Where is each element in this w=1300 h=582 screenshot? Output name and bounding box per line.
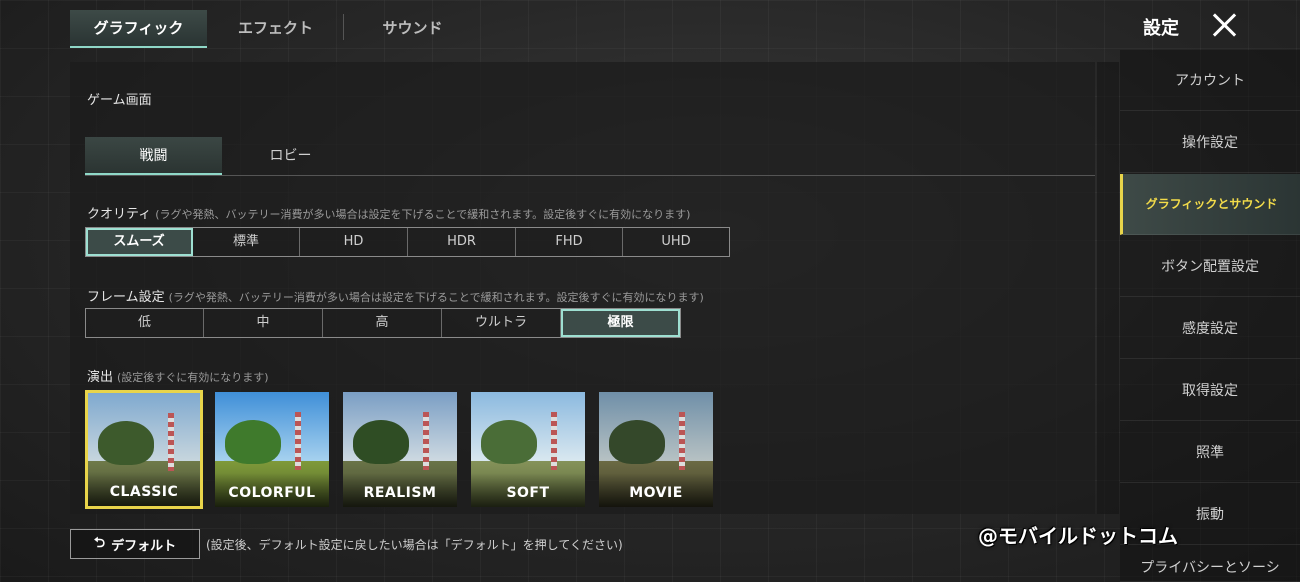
section-title: ゲーム画面 (87, 93, 152, 108)
frame-option-ultra[interactable]: ウルトラ (442, 309, 561, 337)
close-icon[interactable] (1210, 10, 1240, 40)
sidebar-item-pickup[interactable]: 取得設定 (1120, 360, 1300, 421)
divider (85, 175, 1095, 176)
sub-tab-lobby[interactable]: ロビー (222, 137, 359, 175)
sub-tab-bar: 戦闘 ロビー (85, 137, 359, 175)
style-label-row: 演出 (設定後すぐに有効になります) (87, 366, 269, 385)
default-hint: (設定後、デフォルト設定に戻したい場合は「デフォルト」を押してください) (206, 538, 623, 552)
sidebar-item-button-layout[interactable]: ボタン配置設定 (1120, 236, 1300, 297)
frame-label: フレーム設定 (87, 290, 165, 305)
style-label-colorful: COLORFUL (228, 485, 316, 501)
sidebar-item-graphics-sound[interactable]: グラフィックとサウンド (1120, 174, 1300, 235)
page-title: 設定 (1143, 18, 1179, 39)
watermark: @モバイルドットコム (978, 524, 1178, 548)
tab-sound[interactable]: サウンド (344, 10, 481, 48)
style-label-realism: REALISM (363, 485, 437, 501)
default-button[interactable]: ⮌ デフォルト (70, 529, 200, 559)
sidebar-item-crosshair[interactable]: 照準 (1120, 422, 1300, 483)
frame-hint: (ラグや発熱、バッテリー消費が多い場合は設定を下げることで緩和されます。設定後す… (168, 291, 704, 304)
quality-option-standard[interactable]: 標準 (193, 228, 300, 256)
sidebar-item-account[interactable]: アカウント (1120, 50, 1300, 111)
quality-option-hd[interactable]: HD (300, 228, 408, 256)
style-label-classic: CLASSIC (109, 484, 179, 500)
tab-effects[interactable]: エフェクト (207, 10, 344, 48)
top-tab-bar: グラフィック エフェクト サウンド (70, 10, 481, 48)
scrollbar[interactable] (1097, 62, 1119, 514)
style-option-classic[interactable]: CLASSIC (85, 390, 203, 509)
style-label: 演出 (87, 370, 114, 385)
graphics-settings-panel: ゲーム画面 戦闘 ロビー クオリティ (ラグや発熱、バッテリー消費が多い場合は設定… (70, 62, 1095, 514)
style-hint: (設定後すぐに有効になります) (117, 371, 269, 384)
style-option-colorful[interactable]: COLORFUL (213, 390, 331, 509)
style-label-movie: MOVIE (629, 485, 683, 501)
quality-option-smooth[interactable]: スムーズ (86, 228, 193, 256)
undo-icon: ⮌ (93, 535, 106, 551)
quality-selector: スムーズ 標準 HD HDR FHD UHD (85, 227, 730, 257)
style-option-realism[interactable]: REALISM (341, 390, 459, 509)
style-thumbnails: CLASSIC COLORFUL REALISM SOFT MOVIE (85, 390, 715, 509)
style-option-movie[interactable]: MOVIE (597, 390, 715, 509)
frame-option-low[interactable]: 低 (86, 309, 204, 337)
sidebar-item-controls[interactable]: 操作設定 (1120, 112, 1300, 173)
quality-label: クオリティ (87, 207, 152, 222)
style-option-soft[interactable]: SOFT (469, 390, 587, 509)
style-label-soft: SOFT (506, 485, 550, 501)
frame-rate-selector: 低 中 高 ウルトラ 極限 (85, 308, 681, 338)
frame-label-row: フレーム設定 (ラグや発熱、バッテリー消費が多い場合は設定を下げることで緩和されま… (87, 286, 704, 305)
frame-option-medium[interactable]: 中 (204, 309, 323, 337)
default-button-label: デフォルト (111, 538, 177, 554)
quality-hint: (ラグや発熱、バッテリー消費が多い場合は設定を下げることで緩和されます。設定後す… (155, 208, 691, 221)
frame-option-high[interactable]: 高 (323, 309, 442, 337)
sub-tab-battle[interactable]: 戦闘 (85, 137, 222, 175)
quality-label-row: クオリティ (ラグや発熱、バッテリー消費が多い場合は設定を下げることで緩和されます… (87, 203, 690, 222)
sidebar-item-sensitivity[interactable]: 感度設定 (1120, 298, 1300, 359)
quality-option-uhd[interactable]: UHD (623, 228, 729, 256)
quality-option-fhd[interactable]: FHD (516, 228, 623, 256)
frame-option-extreme[interactable]: 極限 (561, 309, 680, 337)
settings-sidebar: アカウント 操作設定 グラフィックとサウンド ボタン配置設定 感度設定 取得設定… (1120, 50, 1300, 582)
tab-graphics[interactable]: グラフィック (70, 10, 207, 48)
sidebar-item-privacy[interactable]: プライバシーとソーシ (1120, 546, 1300, 582)
quality-option-hdr[interactable]: HDR (408, 228, 516, 256)
